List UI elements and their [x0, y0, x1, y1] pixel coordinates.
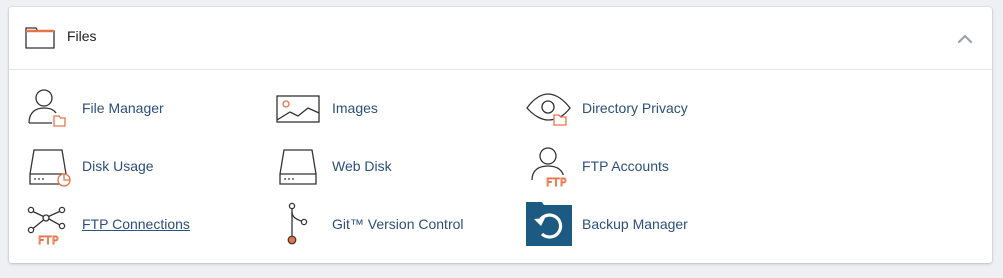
- web-disk-link[interactable]: Web Disk: [276, 144, 496, 188]
- disk-usage-link[interactable]: Disk Usage: [26, 144, 246, 188]
- images-icon: [276, 95, 320, 123]
- images-link[interactable]: Images: [276, 86, 496, 130]
- git-version-control-link[interactable]: Git™ Version Control: [276, 202, 506, 246]
- item-label: FTP Connections: [82, 216, 190, 232]
- item-label: File Manager: [82, 100, 164, 116]
- panel-header[interactable]: Files: [9, 7, 992, 70]
- files-panel: Files File Manager Images Directory Priv…: [9, 7, 992, 263]
- git-version-control-icon: [287, 202, 308, 245]
- web-disk-icon: [279, 149, 317, 185]
- item-label: Git™ Version Control: [332, 216, 464, 232]
- item-label: FTP Accounts: [582, 158, 669, 174]
- directory-privacy-link[interactable]: Directory Privacy: [526, 86, 746, 130]
- ftp-icon-text: FTP: [546, 176, 567, 188]
- ftp-accounts-icon: FTP: [531, 147, 576, 188]
- folder-icon: [25, 27, 55, 49]
- item-label: Images: [332, 100, 378, 116]
- item-label: Web Disk: [332, 158, 392, 174]
- section-title: Files: [67, 28, 97, 44]
- ftp-accounts-link[interactable]: FTP FTP Accounts: [526, 144, 746, 188]
- item-label: Directory Privacy: [582, 100, 688, 116]
- item-label: Disk Usage: [82, 158, 154, 174]
- ftp-connections-icon: FTP: [27, 206, 66, 246]
- backup-manager-link[interactable]: Backup Manager: [526, 202, 746, 246]
- directory-privacy-icon: [526, 93, 571, 126]
- disk-usage-icon: [29, 149, 71, 187]
- backup-manager-icon: [526, 202, 572, 246]
- file-manager-icon: [28, 89, 66, 127]
- chevron-up-icon[interactable]: [955, 29, 975, 49]
- item-label: Backup Manager: [582, 216, 688, 232]
- ftp-connections-link[interactable]: FTP FTP Connections: [26, 202, 246, 246]
- ftp-icon-text: FTP: [38, 234, 59, 246]
- file-manager-link[interactable]: File Manager: [26, 86, 246, 130]
